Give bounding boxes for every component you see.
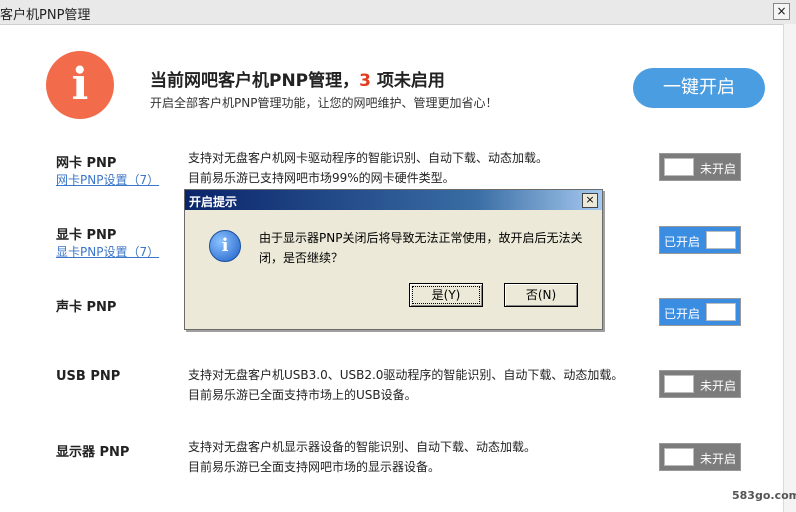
window-titlebar: 客户机PNP管理 × [0,0,796,25]
toggle-gpu-pnp[interactable]: 已开启 [659,226,741,254]
nic-settings-link[interactable]: 网卡PNP设置（7） [56,171,159,188]
row-title-usb: USB PNP [56,369,121,384]
page-subline: 开启全部客户机PNP管理功能，让您的网吧维护、管理更加省心！ [150,96,498,110]
dialog-titlebar: 开启提示 × [185,190,602,210]
row-title-gpu: 显卡 PNP [56,228,117,243]
row-desc-usb: 支持对无盘客户机USB3.0、USB2.0驱动程序的智能识别、自动下载、动态加载… [188,365,623,405]
toggle-knob [706,231,736,249]
row-desc-line1: 支持对无盘客户机显示器设备的智能识别、自动下载、动态加载。 [188,440,537,454]
headline-prefix: 当前网吧客户机PNP管理， [150,71,360,91]
toggle-label: 已开启 [664,235,701,249]
row-desc-line1: 支持对无盘客户机网卡驱动程序的智能识别、自动下载、动态加载。 [188,151,549,165]
row-title-monitor: 显示器 PNP [56,445,130,460]
headline-suffix: 项未启用 [371,71,445,91]
row-desc-nic: 支持对无盘客户机网卡驱动程序的智能识别、自动下载、动态加载。 目前易乐游已支持网… [188,148,548,188]
toggle-label: 未开启 [700,452,737,466]
info-glyph: i [71,59,89,110]
toggle-label: 已开启 [664,307,701,321]
info-icon: i [209,230,241,262]
info-icon-glyph: i [221,235,229,256]
warning-info-icon: i [46,51,114,119]
gpu-settings-link[interactable]: 显卡PNP设置（7） [56,243,159,260]
toggle-knob [664,375,694,393]
row-desc-line1: 支持对无盘客户机USB3.0、USB2.0驱动程序的智能识别、自动下载、动态加载… [188,368,624,382]
toggle-label: 未开启 [700,379,737,393]
toggle-label: 未开启 [700,162,737,176]
row-desc-line2: 目前易乐游已全面支持网吧市场的显示器设备。 [188,460,441,474]
no-button[interactable]: 否(N) [504,283,578,307]
toggle-monitor-pnp[interactable]: 未开启 [659,443,741,471]
window-title: 客户机PNP管理 [0,8,91,23]
window-close-button[interactable]: × [773,3,790,20]
watermark-text: 583go.com [732,489,796,502]
toggle-nic-pnp[interactable]: 未开启 [659,153,741,181]
row-desc-line2: 目前易乐游已全面支持市场上的USB设备。 [188,388,417,402]
row-title-sound: 声卡 PNP [56,300,117,315]
toggle-knob [706,303,736,321]
dialog-title: 开启提示 [189,195,238,209]
window-right-border [783,24,796,512]
row-title-nic: 网卡 PNP [56,156,117,171]
dialog-message: 由于显示器PNP关闭后将导致无法正常使用，故开启后无法关闭，是否继续？ [259,231,583,265]
toggle-knob [664,448,694,466]
page-headline: 当前网吧客户机PNP管理，3 项未启用 [150,66,445,91]
toggle-usb-pnp[interactable]: 未开启 [659,370,741,398]
row-desc-monitor: 支持对无盘客户机显示器设备的智能识别、自动下载、动态加载。 目前易乐游已全面支持… [188,437,536,477]
yes-button[interactable]: 是(Y) [409,283,483,307]
disabled-count: 3 [359,71,371,91]
toggle-knob [664,158,694,176]
dialog-close-button[interactable]: × [582,193,598,208]
toggle-sound-pnp[interactable]: 已开启 [659,298,741,326]
confirm-dialog: 开启提示 × i 由于显示器PNP关闭后将导致无法正常使用，故开启后无法关闭，是… [184,189,603,330]
enable-all-button[interactable]: 一键开启 [633,68,765,108]
row-desc-line2: 目前易乐游已支持网吧市场99%的网卡硬件类型。 [188,171,455,185]
